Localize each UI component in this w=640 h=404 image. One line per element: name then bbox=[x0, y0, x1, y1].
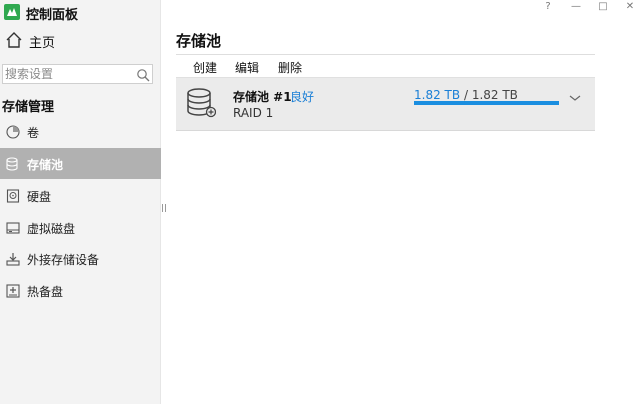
hot-spare-icon bbox=[6, 283, 20, 302]
external-storage-icon bbox=[6, 251, 20, 270]
sidebar-item-label: 存储池 bbox=[27, 158, 64, 172]
home-icon bbox=[5, 31, 23, 53]
home-label: 主页 bbox=[29, 36, 56, 51]
sidebar-item-label: 热备盘 bbox=[27, 285, 64, 299]
sidebar-item-hard-disk[interactable]: 硬盘 bbox=[0, 180, 161, 211]
toolbar: 创建 编辑 删除 bbox=[176, 54, 595, 75]
storage-pool-icon bbox=[6, 156, 20, 175]
create-button[interactable]: 创建 bbox=[193, 59, 217, 76]
delete-button[interactable]: 删除 bbox=[278, 59, 302, 76]
sidebar-item-hot-spare[interactable]: 热备盘 bbox=[0, 275, 161, 306]
maximize-button[interactable]: □ bbox=[597, 1, 609, 12]
volume-icon bbox=[6, 124, 20, 143]
edit-button[interactable]: 编辑 bbox=[235, 59, 259, 76]
sidebar-item-storage-pool[interactable]: 存储池 bbox=[0, 148, 161, 179]
pool-raid-level: RAID 1 bbox=[233, 106, 274, 120]
capacity-total: 1.82 TB bbox=[471, 88, 518, 102]
control-panel-app-icon bbox=[4, 4, 20, 20]
sidebar-item-external-storage[interactable]: 外接存储设备 bbox=[0, 243, 161, 274]
search-icon[interactable] bbox=[136, 67, 150, 86]
sidebar-item-label: 虚拟磁盘 bbox=[27, 222, 76, 236]
sidebar-item-label: 卷 bbox=[27, 126, 40, 140]
capacity-used: 1.82 TB bbox=[414, 88, 461, 102]
capacity-separator: / bbox=[463, 88, 468, 102]
title-bar: 控制面板 bbox=[0, 0, 161, 24]
close-button[interactable]: ✕ bbox=[624, 1, 636, 12]
sidebar-item-home[interactable]: 主页 bbox=[0, 28, 161, 52]
chevron-down-icon[interactable] bbox=[569, 88, 581, 107]
minimize-button[interactable]: — bbox=[570, 1, 582, 12]
sidebar: 控制面板 主页 存储管理 卷 存储池 硬盘 虚拟磁盘 bbox=[0, 0, 161, 404]
page-title: 存储池 bbox=[176, 32, 222, 50]
sidebar-item-label: 硬盘 bbox=[27, 190, 52, 204]
database-icon bbox=[186, 88, 217, 122]
pool-status: 良好 bbox=[290, 90, 315, 104]
app-title: 控制面板 bbox=[26, 8, 79, 23]
capacity-progress-bar bbox=[414, 101, 559, 105]
search-input[interactable] bbox=[5, 66, 133, 82]
sidebar-item-volume[interactable]: 卷 bbox=[0, 116, 161, 147]
pool-capacity: 1.82 TB / 1.82 TB bbox=[414, 88, 518, 102]
sidebar-item-virtual-disk[interactable]: 虚拟磁盘 bbox=[0, 212, 161, 243]
sidebar-item-label: 外接存储设备 bbox=[27, 253, 100, 267]
help-button[interactable]: ? bbox=[542, 1, 554, 12]
sidebar-resize-handle[interactable] bbox=[162, 204, 166, 212]
capacity-progress-fill bbox=[414, 101, 559, 105]
pool-name: 存储池 #1 bbox=[233, 90, 292, 104]
storage-pool-card[interactable]: 存储池 #1 良好 RAID 1 1.82 TB / 1.82 TB bbox=[176, 77, 595, 131]
search-box bbox=[2, 64, 153, 84]
virtual-disk-icon bbox=[6, 220, 20, 239]
section-title-storage-management: 存储管理 bbox=[2, 100, 55, 115]
hard-disk-icon bbox=[6, 188, 20, 207]
